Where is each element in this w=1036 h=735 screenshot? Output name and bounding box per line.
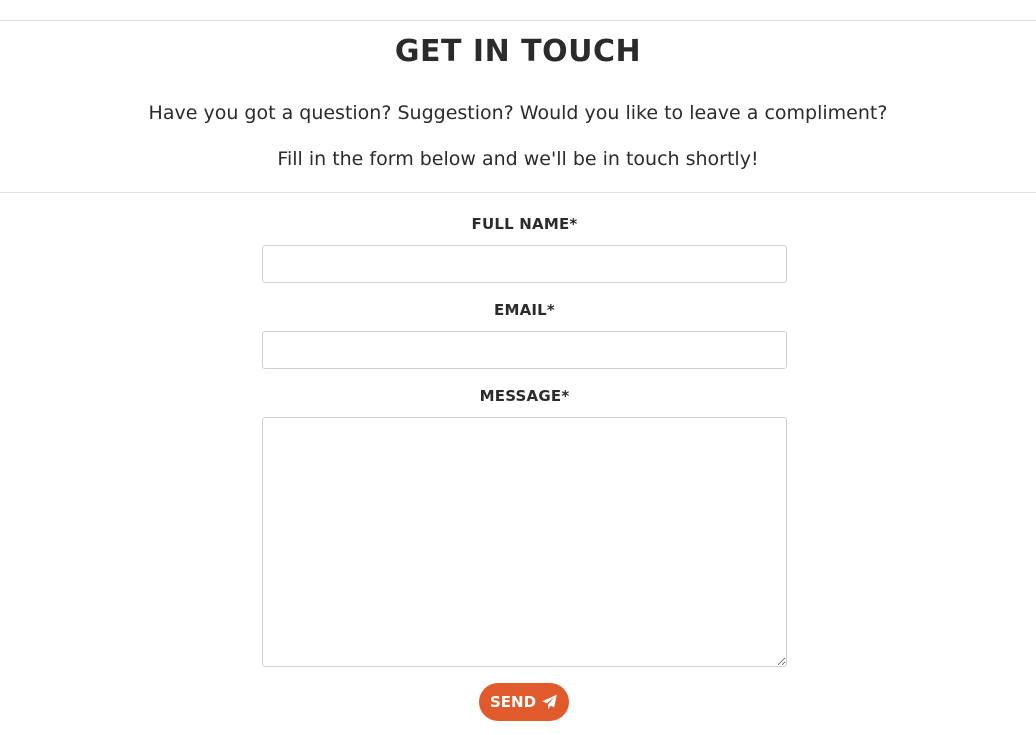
intro-text-instruction: Fill in the form below and we'll be in t… — [277, 148, 759, 170]
email-input[interactable] — [262, 331, 787, 369]
paper-plane-icon — [541, 694, 558, 710]
full-name-input[interactable] — [262, 245, 787, 283]
section-divider — [0, 192, 1036, 193]
contact-page: GET IN TOUCH Have you got a question? Su… — [0, 0, 1036, 735]
message-textarea[interactable] — [262, 417, 787, 667]
email-label: EMAIL* — [494, 301, 555, 319]
intro-text-question: Have you got a question? Suggestion? Wou… — [148, 102, 888, 124]
send-button[interactable]: SEND — [479, 683, 569, 721]
send-button-label: SEND — [489, 693, 537, 711]
message-label: MESSAGE* — [479, 387, 570, 405]
full-name-label: FULL NAME* — [471, 215, 578, 233]
page-title: GET IN TOUCH — [394, 34, 642, 69]
top-divider — [0, 20, 1036, 21]
